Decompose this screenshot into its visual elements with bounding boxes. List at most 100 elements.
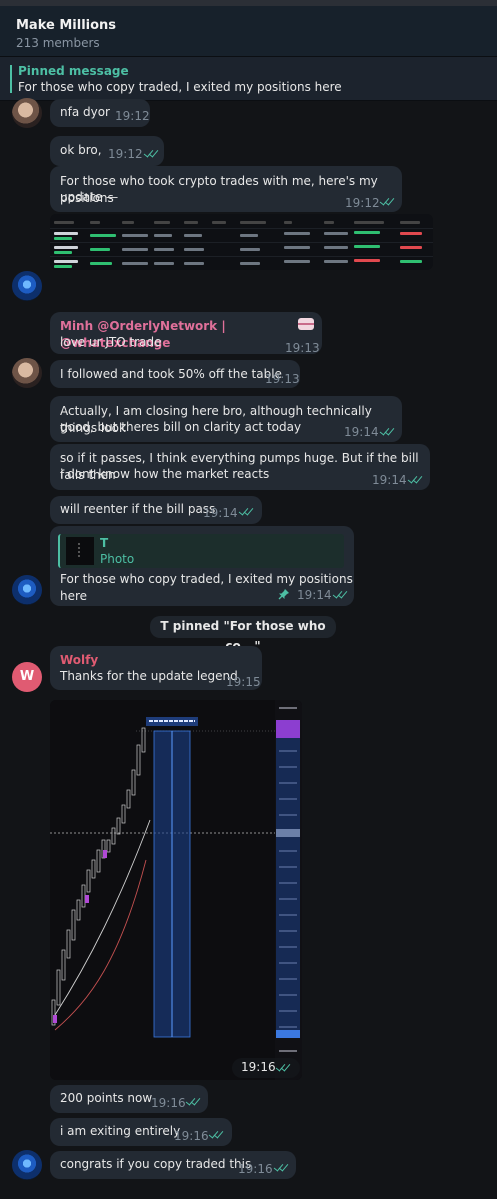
message-text: congrats if you copy traded this: [60, 1157, 252, 1171]
table-cell: [240, 248, 260, 251]
table-cell: [90, 248, 110, 251]
sender-name[interactable]: Wolfy: [60, 652, 98, 669]
avatar[interactable]: [12, 1150, 42, 1180]
table-cell: [122, 234, 148, 237]
table-cell: [354, 259, 380, 262]
message-time: 19:14: [203, 506, 238, 520]
message-text-line: i dont know how the market reacts: [60, 467, 270, 481]
message-time: 19:14: [372, 473, 407, 487]
reply-media-type: Photo: [100, 552, 135, 566]
pin-icon: [278, 588, 290, 600]
table-cell: [90, 234, 116, 237]
table-cell: [90, 262, 112, 265]
table-cell: [240, 262, 260, 265]
service-message: T pinned "For those who co...": [150, 616, 336, 653]
table-row: [50, 228, 433, 242]
message-bubble[interactable]: Minh @OrderlyNetwork | @whatexchange lov…: [50, 312, 322, 355]
read-receipt-icon: [276, 1063, 292, 1073]
message-bubble[interactable]: so if it passes, I think everything pump…: [50, 444, 430, 490]
cake-emoji-icon: [298, 318, 314, 330]
table-cell: [354, 221, 384, 224]
pinned-label: Pinned message: [18, 64, 129, 78]
table-cell: [284, 246, 310, 249]
table-cell: [122, 262, 148, 265]
message-bubble[interactable]: Actually, I am closing here bro, althoug…: [50, 396, 402, 442]
avatar[interactable]: W: [12, 662, 42, 692]
message-time: 19:16: [241, 1060, 276, 1074]
table-cell: [90, 221, 100, 224]
message-text: I followed and took 50% off the table: [60, 367, 282, 381]
message-time: 19:13: [265, 372, 300, 386]
table-cell: [324, 221, 334, 224]
reply-sender-name: T: [100, 536, 109, 550]
message-time: 19:12: [345, 196, 380, 210]
message-bubble[interactable]: T Photo For those who copy traded, I exi…: [50, 526, 354, 606]
table-cell: [284, 232, 310, 235]
table-cell: [284, 260, 310, 263]
table-cell: [184, 262, 204, 265]
positions-table-image[interactable]: [50, 214, 433, 270]
message-text: love ur JTO trade: [60, 335, 162, 349]
table-row: [50, 256, 433, 270]
message-bubble[interactable]: For those who took crypto trades with me…: [50, 166, 402, 212]
table-cell: [122, 248, 148, 251]
table-cell: [284, 221, 292, 224]
table-cell: [54, 260, 78, 263]
pinned-indicator: [10, 65, 12, 93]
table-cell: [122, 221, 134, 224]
message-bubble[interactable]: Wolfy Thanks for the update legend 19:15: [50, 646, 262, 690]
avatar[interactable]: [12, 575, 42, 605]
message-bubble[interactable]: 200 points now 19:16: [50, 1085, 208, 1113]
table-cell: [54, 265, 72, 268]
read-receipt-icon: [239, 507, 255, 517]
message-text: ok bro,: [60, 143, 102, 157]
table-cell: [354, 245, 380, 248]
table-cell: [212, 221, 226, 224]
table-cell: [400, 221, 420, 224]
chat-title[interactable]: Make Millions: [16, 18, 116, 33]
table-cell: [240, 234, 258, 237]
read-receipt-icon: [380, 197, 396, 207]
table-cell: [324, 260, 348, 263]
pinned-text: For those who copy traded, I exited my p…: [18, 80, 342, 94]
avatar[interactable]: [12, 98, 42, 128]
message-bubble[interactable]: I followed and took 50% off the table 19…: [50, 360, 300, 388]
message-bubble[interactable]: congrats if you copy traded this 19:16: [50, 1151, 296, 1179]
reply-preview[interactable]: T Photo: [58, 534, 344, 568]
avatar[interactable]: [12, 271, 42, 301]
read-receipt-icon: [333, 590, 349, 600]
reply-photo-thumbnail: [66, 537, 94, 565]
table-cell: [400, 232, 422, 235]
read-receipt-icon: [144, 149, 160, 159]
message-text-line: good, but theres bill on clarity act tod…: [60, 420, 302, 434]
table-cell: [54, 221, 74, 224]
chat-header[interactable]: Make Millions 213 members: [0, 0, 497, 57]
chart-graphic: [50, 700, 302, 1080]
table-cell: [400, 246, 422, 249]
table-cell: [154, 234, 172, 237]
message-time: 19:12: [115, 109, 150, 123]
message-text: will reenter if the bill pass: [60, 502, 216, 516]
message-bubble[interactable]: i am exiting entirely 19:16: [50, 1118, 232, 1146]
message-bubble[interactable]: nfa dyor 19:12: [50, 99, 150, 127]
message-time: 19:12: [108, 147, 143, 161]
table-row: [50, 242, 433, 256]
table-header-row: [50, 218, 433, 226]
table-cell: [54, 232, 78, 235]
table-cell: [154, 262, 174, 265]
table-cell: [184, 248, 204, 251]
message-time: 19:15: [226, 675, 261, 689]
table-cell: [54, 246, 78, 249]
trading-chart-image[interactable]: [50, 700, 302, 1080]
table-cell: [324, 232, 348, 235]
avatar[interactable]: [12, 358, 42, 388]
message-bubble[interactable]: ok bro, 19:12: [50, 136, 164, 166]
pinned-message-bar[interactable]: Pinned message For those who copy traded…: [0, 57, 497, 101]
table-cell: [54, 237, 72, 240]
table-cell: [54, 251, 72, 254]
message-time: 19:16: [174, 1129, 209, 1143]
table-cell: [240, 221, 266, 224]
read-receipt-icon: [380, 427, 396, 437]
message-bubble[interactable]: will reenter if the bill pass 19:14: [50, 496, 262, 524]
message-text: 200 points now: [60, 1091, 153, 1105]
